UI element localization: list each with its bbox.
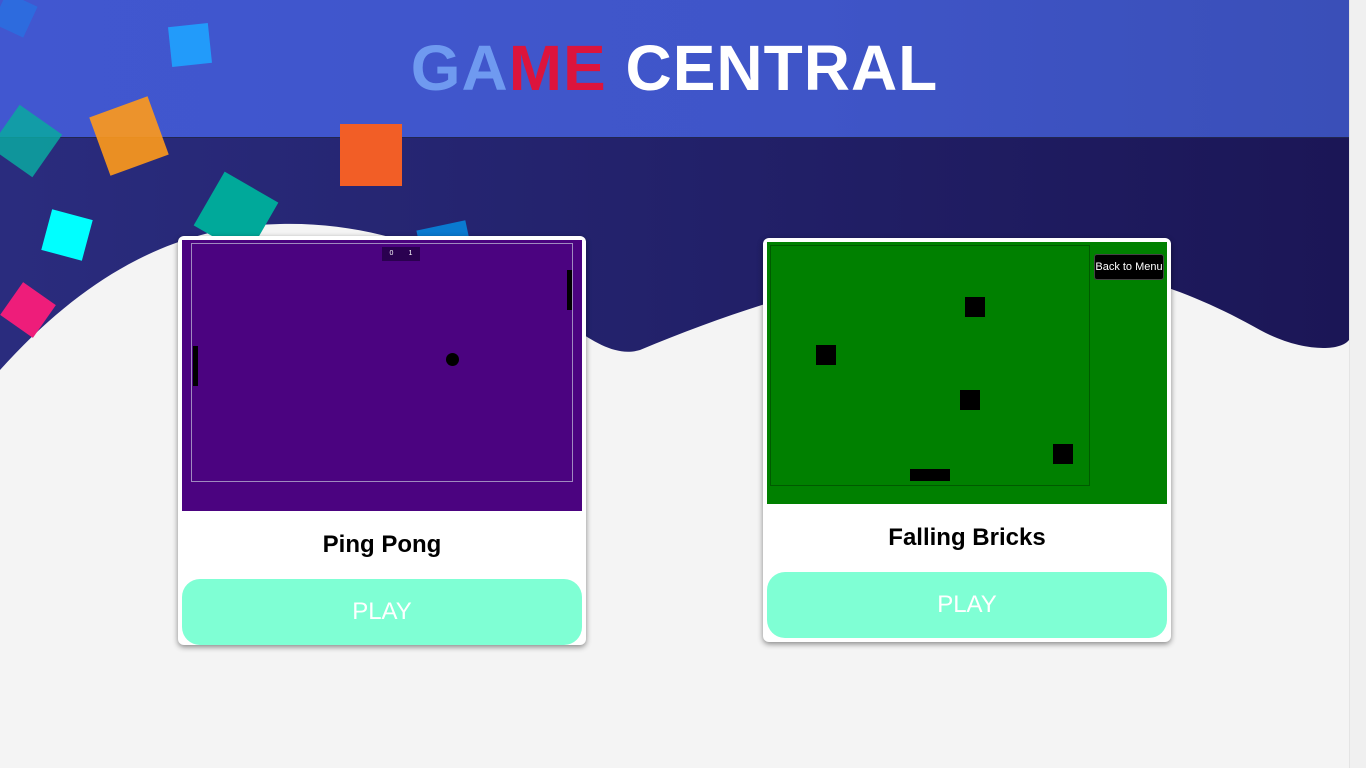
back-to-menu-button[interactable]: Back to Menu <box>1094 254 1164 280</box>
confetti-square-cyan <box>41 209 93 261</box>
pong-field <box>191 243 573 482</box>
pong-score-left: 0 <box>389 250 394 257</box>
game-card-ping-pong: 0 1 Ping Pong PLAY <box>178 236 586 645</box>
falling-brick <box>816 345 836 365</box>
confetti-square-pink <box>0 282 56 338</box>
play-button-ping-pong[interactable]: PLAY <box>182 579 582 645</box>
bricks-field <box>770 245 1090 486</box>
falling-brick <box>1053 444 1073 464</box>
pong-paddle-left <box>193 346 198 386</box>
vertical-scrollbar[interactable] <box>1349 0 1366 768</box>
pong-scoreboard: 0 1 <box>382 247 420 261</box>
game-title: Falling Bricks <box>888 524 1046 551</box>
falling-brick <box>960 390 980 410</box>
page: GAME CENTRAL 0 1 Ping Pong PLAY Back to … <box>0 0 1349 768</box>
play-button-falling-bricks[interactable]: PLAY <box>767 572 1167 638</box>
bricks-paddle <box>910 469 950 481</box>
ping-pong-preview: 0 1 <box>182 240 582 511</box>
confetti-square-lightblue <box>168 23 212 67</box>
game-title: Ping Pong <box>322 531 442 558</box>
falling-bricks-preview: Back to Menu <box>767 242 1167 504</box>
title-part-me: ME <box>508 32 607 104</box>
confetti-square-orange-tilt <box>89 96 169 176</box>
confetti-square-teal <box>0 104 63 178</box>
confetti-square-orange <box>340 124 402 186</box>
falling-brick <box>965 297 985 317</box>
title-part-central: CENTRAL <box>625 32 939 104</box>
game-card-falling-bricks: Back to Menu Falling Bricks PLAY <box>763 238 1171 642</box>
confetti-square-blue <box>0 0 38 38</box>
pong-score-right: 1 <box>408 250 413 257</box>
pong-ball <box>446 353 459 366</box>
pong-paddle-right <box>567 270 572 310</box>
